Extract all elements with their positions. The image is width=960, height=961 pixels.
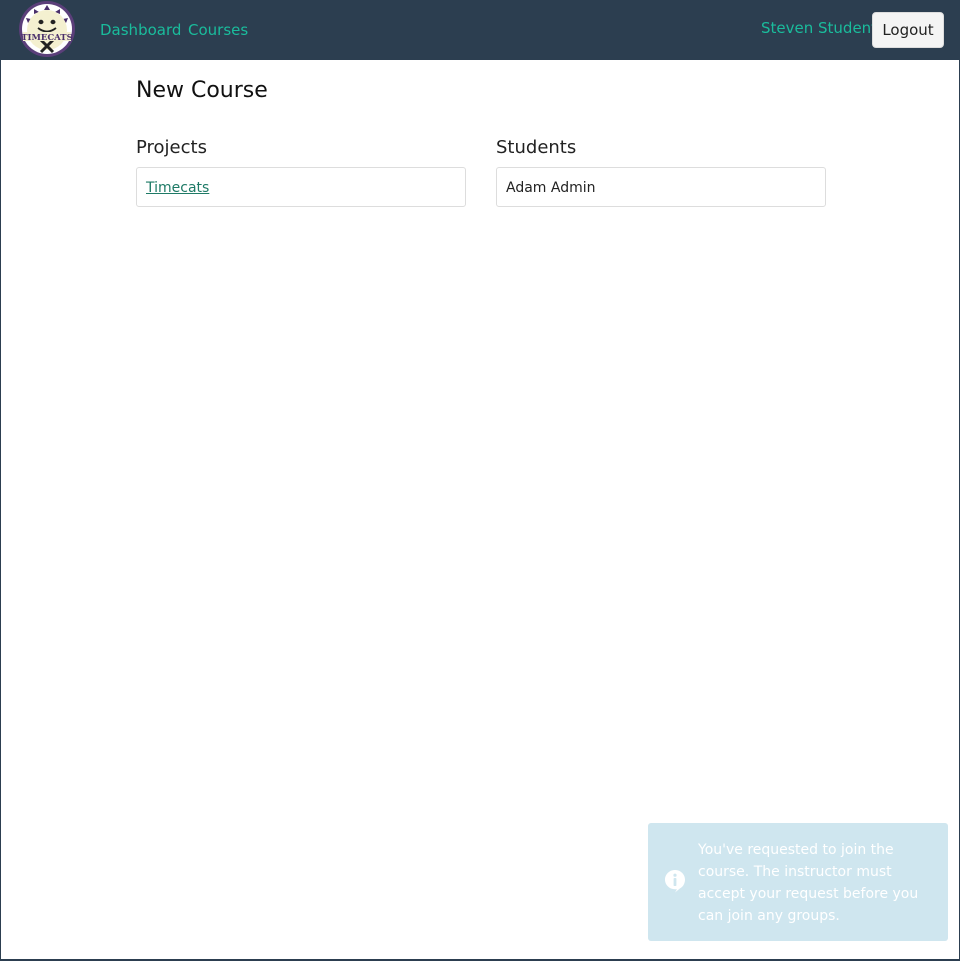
project-link-timecats[interactable]: Timecats: [146, 179, 209, 197]
timecats-logo[interactable]: TIMECATS: [17, 0, 77, 58]
projects-heading: Projects: [136, 137, 207, 158]
toast-message: You've requested to join the course. The…: [698, 842, 919, 924]
page-title: New Course: [136, 78, 268, 103]
projects-list: Timecats: [136, 167, 466, 207]
info-toast[interactable]: You've requested to join the course. The…: [648, 823, 948, 941]
info-icon: [665, 870, 685, 893]
student-list-item: Adam Admin: [506, 180, 596, 196]
logout-button[interactable]: Logout: [872, 12, 944, 48]
timecats-logo-icon: TIMECATS: [19, 1, 75, 57]
nav-dashboard-link[interactable]: Dashboard: [100, 21, 181, 39]
students-heading: Students: [496, 137, 577, 158]
current-user-name[interactable]: Steven Student: [761, 19, 877, 37]
students-list: Adam Admin: [496, 167, 826, 207]
logo-text: TIMECATS: [21, 33, 73, 43]
nav-courses-link[interactable]: Courses: [188, 21, 248, 39]
navbar: TIMECATS Dashboard Courses Steven Studen…: [1, 0, 960, 60]
